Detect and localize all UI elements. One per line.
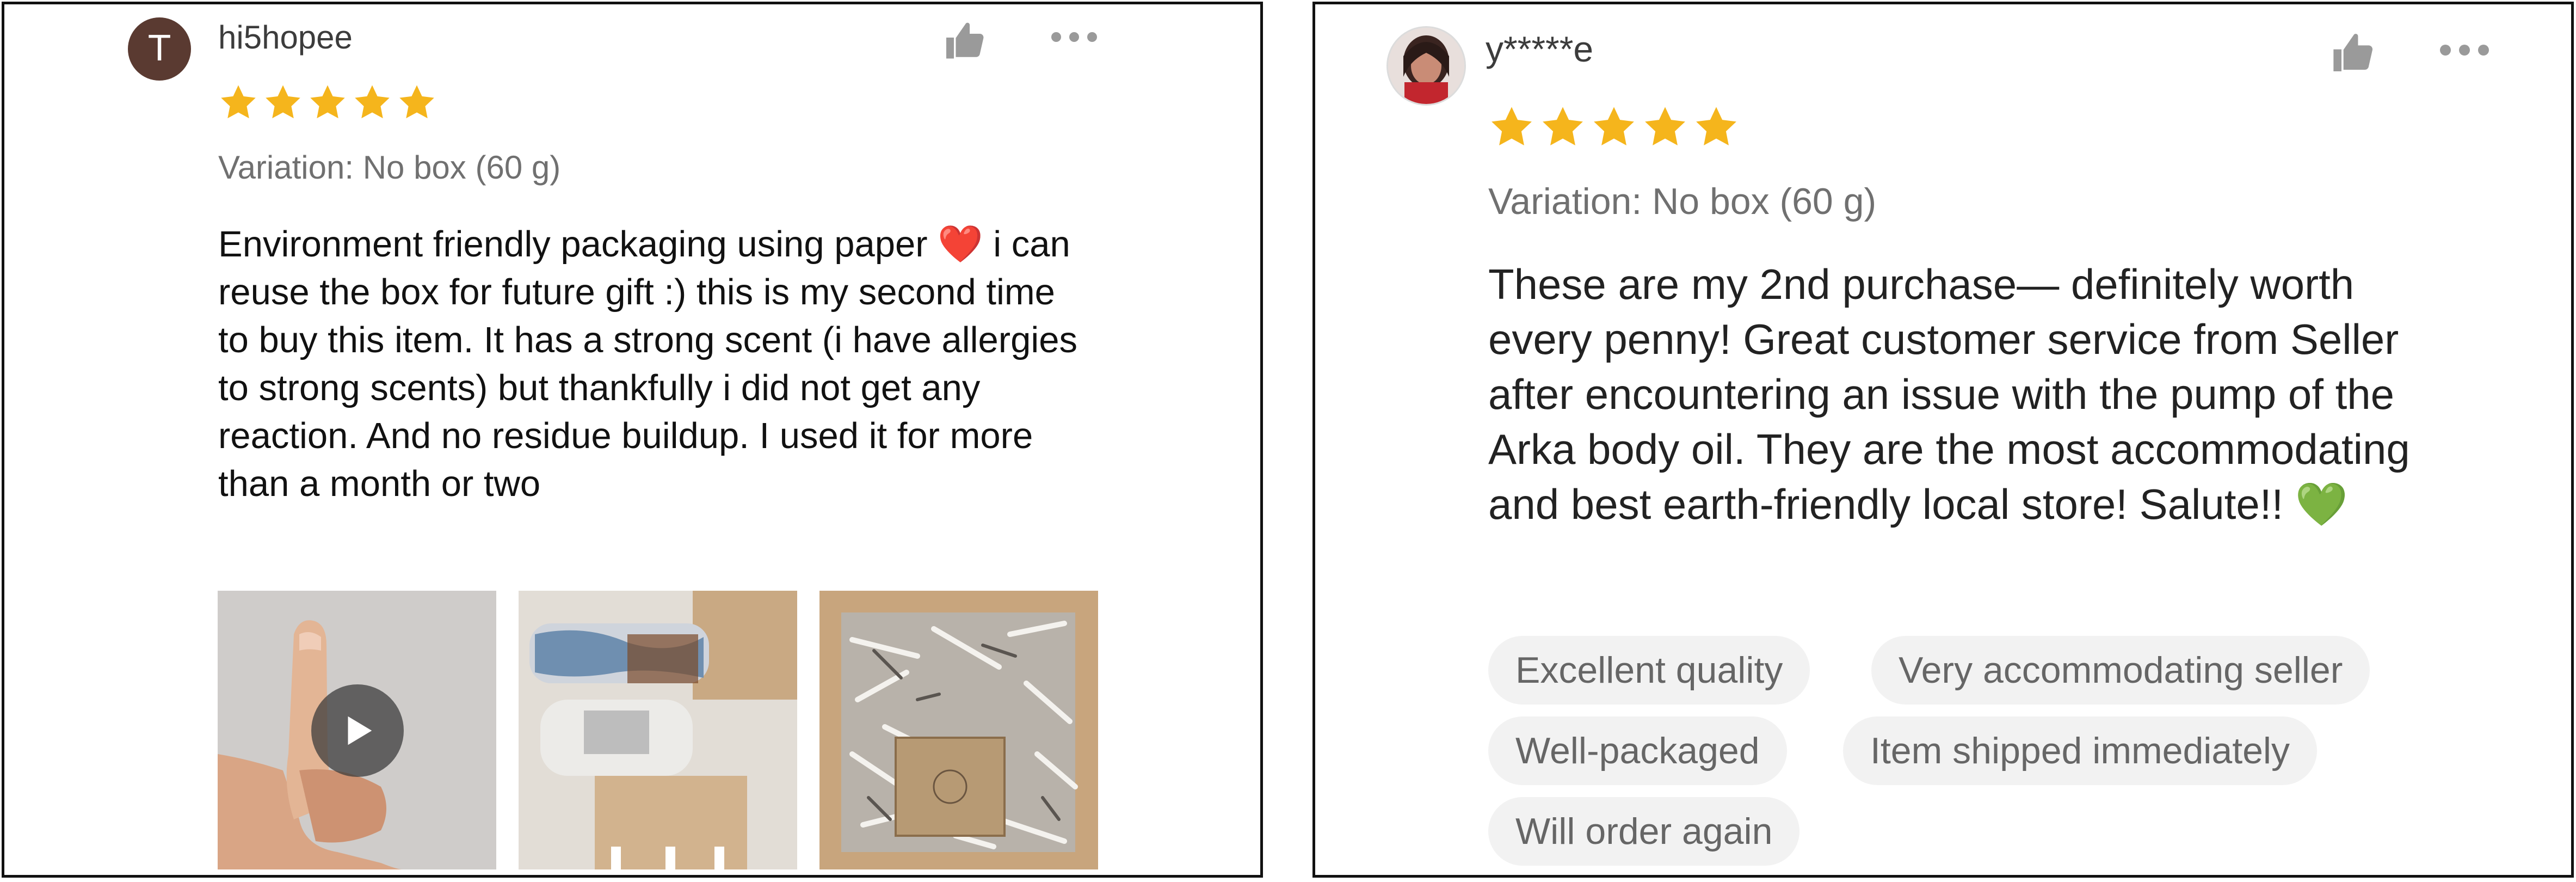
star-icon bbox=[1594, 107, 1634, 146]
star-icon bbox=[310, 85, 345, 119]
review-card-right: y*****e Variation: No box (60 g) These a… bbox=[1312, 2, 2574, 878]
profile-photo bbox=[1388, 28, 1464, 104]
photo-thumbnail[interactable] bbox=[819, 591, 1098, 869]
star-icon bbox=[1645, 107, 1685, 146]
shredded-paper-photo bbox=[819, 591, 1098, 869]
review-tag[interactable]: Well-packaged bbox=[1488, 716, 1787, 785]
review-text: These are my 2nd purchase— definitely wo… bbox=[1488, 260, 2410, 528]
star-icon bbox=[1696, 107, 1736, 146]
thumbs-up-icon bbox=[946, 22, 984, 59]
star-rating bbox=[1488, 103, 1740, 150]
review-tag[interactable]: Item shipped immediately bbox=[1843, 716, 2318, 785]
reviewer-username[interactable]: hi5hopee bbox=[218, 19, 353, 56]
star-icon bbox=[266, 85, 300, 119]
star-icon bbox=[221, 85, 256, 119]
star-icon bbox=[399, 85, 434, 119]
review-card-left: T hi5hopee Variation: No box (60 g) Envi… bbox=[2, 2, 1263, 878]
star-icon bbox=[1492, 107, 1532, 146]
photo-thumbnail[interactable] bbox=[519, 591, 797, 869]
play-icon bbox=[348, 716, 372, 745]
like-button[interactable] bbox=[2326, 26, 2381, 81]
more-dots-icon bbox=[2440, 45, 2489, 56]
video-thumbnail[interactable] bbox=[218, 591, 496, 869]
star-rating bbox=[218, 82, 437, 122]
review-tag[interactable]: Excellent quality bbox=[1488, 636, 1810, 705]
thumbs-up-icon bbox=[2333, 34, 2373, 72]
star-icon bbox=[355, 85, 390, 119]
review-tag[interactable]: Will order again bbox=[1488, 797, 1800, 866]
avatar[interactable] bbox=[1386, 26, 1466, 106]
play-button[interactable] bbox=[311, 684, 404, 777]
like-button[interactable] bbox=[939, 15, 991, 68]
more-dots-icon bbox=[1051, 32, 1097, 42]
more-options-button[interactable] bbox=[1048, 21, 1100, 53]
avatar-letter: T bbox=[149, 29, 170, 69]
review-text: Environment friendly packaging using pap… bbox=[218, 224, 1077, 504]
avatar[interactable]: T bbox=[128, 17, 191, 81]
packaging-photo bbox=[519, 591, 797, 869]
more-options-button[interactable] bbox=[2436, 34, 2493, 66]
variation-label: Variation: No box (60 g) bbox=[218, 149, 561, 186]
review-tag[interactable]: Very accommodating seller bbox=[1871, 636, 2370, 705]
variation-label: Variation: No box (60 g) bbox=[1488, 181, 1877, 222]
reviewer-username[interactable]: y*****e bbox=[1486, 28, 1593, 70]
star-icon bbox=[1543, 107, 1583, 146]
